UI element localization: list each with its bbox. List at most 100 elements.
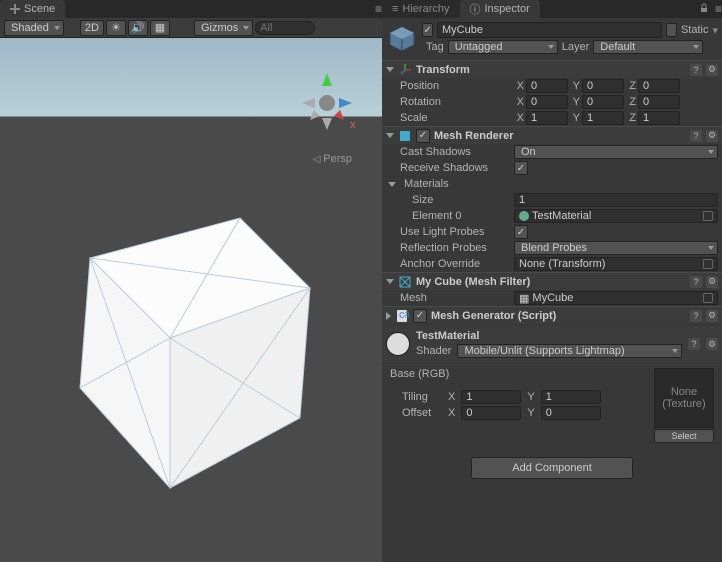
cube-render xyxy=(50,188,330,501)
tab-scene[interactable]: Scene xyxy=(0,0,65,18)
rotation-y[interactable] xyxy=(582,95,624,109)
inspector-icon: ⓘ xyxy=(470,1,481,17)
btn-2d[interactable]: 2D xyxy=(80,20,104,36)
active-checkbox[interactable] xyxy=(422,23,433,37)
static-checkbox[interactable] xyxy=(666,23,677,37)
cast-shadows-dropdown[interactable]: On xyxy=(514,145,718,159)
cast-shadows-label: Cast Shadows xyxy=(400,146,510,158)
foldout-icon[interactable] xyxy=(386,133,394,138)
anchor-override-field[interactable]: None (Transform) xyxy=(514,257,718,271)
position-y[interactable] xyxy=(582,79,624,93)
material-section: TestMaterial Shader Mobile/Unlit (Suppor… xyxy=(382,326,722,362)
scale-x[interactable] xyxy=(526,111,568,125)
foldout-icon[interactable] xyxy=(388,182,396,187)
anchor-override-label: Anchor Override xyxy=(400,258,510,270)
receive-shadows-label: Receive Shadows xyxy=(400,162,510,174)
scene-tab-bar: Scene ≡ xyxy=(0,0,382,18)
scene-search-input[interactable] xyxy=(255,21,315,35)
gear-icon[interactable]: ⚙ xyxy=(706,64,718,76)
scene-view[interactable]: x ◁ Persp xyxy=(0,38,382,562)
panel-menu-icon[interactable]: ≡ xyxy=(375,2,382,16)
shading-mode-dropdown[interactable]: Shaded xyxy=(4,20,64,36)
tiling-y[interactable] xyxy=(541,390,601,404)
element0-label: Element 0 xyxy=(400,210,510,222)
element0-field[interactable]: TestMaterial xyxy=(514,209,718,223)
shader-dropdown[interactable]: Mobile/Unlit (Supports Lightmap) xyxy=(457,344,682,358)
tag-dropdown[interactable]: Untagged xyxy=(448,40,558,54)
scale-y[interactable] xyxy=(582,111,624,125)
texture-slot[interactable]: None (Texture) xyxy=(654,368,714,428)
tiling-label: Tiling xyxy=(402,391,442,403)
receive-shadows-checkbox[interactable] xyxy=(514,161,528,175)
mesh-label: Mesh xyxy=(400,292,510,304)
mesh-renderer-header[interactable]: Mesh Renderer ? ⚙ xyxy=(382,126,722,144)
gear-icon[interactable]: ⚙ xyxy=(706,276,718,288)
mesh-filter-title: My Cube (Mesh Filter) xyxy=(416,276,686,288)
material-preview-icon[interactable] xyxy=(386,332,410,356)
scene-tab-label: Scene xyxy=(24,3,55,15)
object-name-field[interactable] xyxy=(437,22,662,38)
mesh-renderer-title: Mesh Renderer xyxy=(434,130,686,142)
transform-title: Transform xyxy=(416,64,686,76)
svg-text:x: x xyxy=(350,119,356,131)
layer-dropdown[interactable]: Default xyxy=(593,40,703,54)
transform-icon xyxy=(398,63,412,77)
reflection-probes-label: Reflection Probes xyxy=(400,242,510,254)
fx-toggle-icon[interactable]: ▦ xyxy=(150,20,170,36)
gizmos-dropdown[interactable]: Gizmos xyxy=(194,20,253,36)
scale-z[interactable] xyxy=(638,111,680,125)
rotation-z[interactable] xyxy=(638,95,680,109)
mesh-generator-header[interactable]: c# Mesh Generator (Script) ? ⚙ xyxy=(382,306,722,324)
panel-menu-icon[interactable]: ≡ xyxy=(715,2,722,16)
materials-size[interactable] xyxy=(514,193,718,207)
gear-icon[interactable]: ⚙ xyxy=(706,130,718,142)
script-enabled-checkbox[interactable] xyxy=(413,309,427,323)
lock-icon[interactable] xyxy=(699,3,709,16)
size-label: Size xyxy=(400,194,510,206)
foldout-icon[interactable] xyxy=(386,67,394,72)
position-x[interactable] xyxy=(526,79,568,93)
inspector-panel: ≡ Hierarchy ⓘ Inspector ≡ Static xyxy=(382,0,722,562)
mesh-filter-header[interactable]: My Cube (Mesh Filter) ? ⚙ xyxy=(382,272,722,290)
foldout-icon[interactable] xyxy=(386,312,391,320)
help-icon[interactable]: ? xyxy=(688,338,700,350)
position-z[interactable] xyxy=(638,79,680,93)
tab-hierarchy[interactable]: ≡ Hierarchy xyxy=(382,0,460,18)
rotation-label: Rotation xyxy=(400,96,510,108)
tiling-x[interactable] xyxy=(461,390,521,404)
offset-x[interactable] xyxy=(461,406,521,420)
object-picker-icon[interactable] xyxy=(703,211,713,221)
layer-label: Layer xyxy=(562,41,590,53)
mesh-field[interactable]: ▦ MyCube xyxy=(514,291,718,305)
texture-select-button[interactable]: Select xyxy=(654,429,714,443)
static-dropdown-icon[interactable]: ▾ xyxy=(712,24,718,37)
object-picker-icon[interactable] xyxy=(703,259,713,269)
audio-toggle-icon[interactable]: 🔊 xyxy=(128,20,148,36)
object-picker-icon[interactable] xyxy=(703,293,713,303)
help-icon[interactable]: ? xyxy=(690,310,702,322)
orientation-gizmo[interactable]: x xyxy=(292,68,362,141)
reflection-probes-dropdown[interactable]: Blend Probes xyxy=(514,241,718,255)
offset-y[interactable] xyxy=(541,406,601,420)
scene-toolbar: Shaded 2D ☀ 🔊 ▦ Gizmos xyxy=(0,18,382,38)
help-icon[interactable]: ? xyxy=(690,64,702,76)
mesh-filter-icon xyxy=(398,275,412,289)
gear-icon[interactable]: ⚙ xyxy=(706,338,718,350)
renderer-enabled-checkbox[interactable] xyxy=(416,129,430,143)
object-header: Static ▾ Tag Untagged Layer Default xyxy=(382,18,722,60)
material-name: TestMaterial xyxy=(416,330,682,342)
gear-icon[interactable]: ⚙ xyxy=(706,310,718,322)
add-component-button[interactable]: Add Component xyxy=(471,457,633,479)
scale-label: Scale xyxy=(400,112,510,124)
tab-inspector[interactable]: ⓘ Inspector xyxy=(460,0,540,18)
rotation-x[interactable] xyxy=(526,95,568,109)
light-probes-checkbox[interactable] xyxy=(514,225,528,239)
gameobject-icon[interactable] xyxy=(386,23,418,55)
transform-header[interactable]: Transform ? ⚙ xyxy=(382,60,722,78)
foldout-icon[interactable] xyxy=(386,279,394,284)
persp-label[interactable]: ◁ Persp xyxy=(313,153,352,165)
light-toggle-icon[interactable]: ☀ xyxy=(106,20,126,36)
help-icon[interactable]: ? xyxy=(690,130,702,142)
svg-text:c#: c# xyxy=(399,309,409,321)
help-icon[interactable]: ? xyxy=(690,276,702,288)
